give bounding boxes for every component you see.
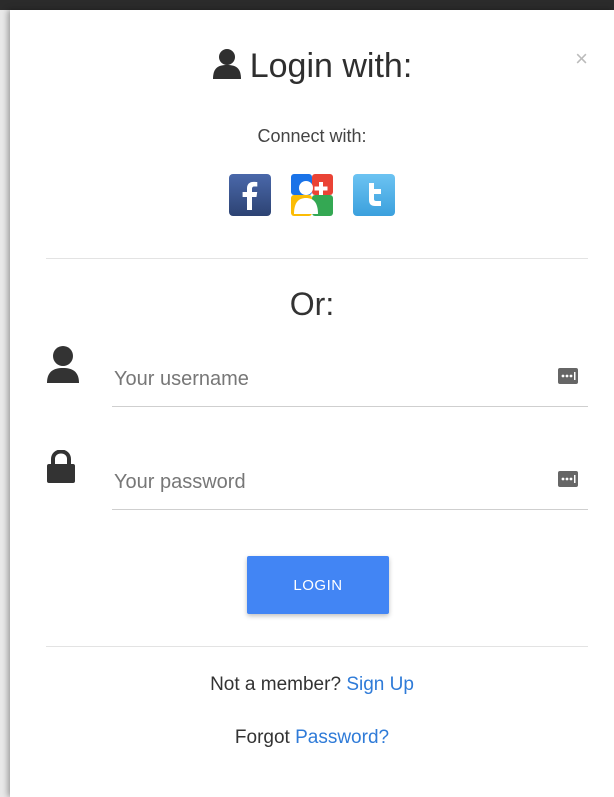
modal-title: Login with: [10, 46, 614, 89]
signup-row: Not a member? Sign Up [10, 674, 614, 696]
user-icon [212, 48, 242, 89]
forgot-password-row: Forgot Password? [10, 727, 614, 749]
not-member-text: Not a member? [210, 674, 342, 695]
lock-icon [46, 449, 76, 489]
google-icon [291, 174, 333, 216]
autofill-key-icon[interactable] [558, 368, 578, 389]
login-modal: Login with: × Connect with: Or: Your use… [10, 10, 614, 797]
modal-title-text: Login with: [249, 47, 413, 85]
forgot-text: Forgot [234, 727, 290, 748]
twitter-icon [353, 174, 395, 216]
username-user-icon [46, 346, 80, 389]
or-separator: Or: [289, 286, 335, 322]
google-login-button[interactable] [291, 174, 333, 216]
forgot-password-link[interactable]: Password? [295, 727, 389, 748]
divider [46, 646, 588, 647]
window-top-bar [0, 0, 614, 10]
connect-label: Connect with: [257, 126, 367, 146]
signup-link[interactable]: Sign Up [346, 674, 414, 695]
divider [46, 258, 588, 259]
facebook-login-button[interactable] [229, 174, 271, 216]
close-icon[interactable]: × [575, 48, 588, 70]
username-field [112, 350, 588, 407]
password-input[interactable] [112, 467, 546, 497]
login-button[interactable]: LOGIN [247, 556, 389, 614]
facebook-icon [229, 174, 271, 216]
social-login-group [10, 174, 614, 216]
autofill-key-icon[interactable] [558, 471, 578, 492]
username-input[interactable] [112, 364, 546, 394]
password-field [112, 453, 588, 510]
twitter-login-button[interactable] [353, 174, 395, 216]
